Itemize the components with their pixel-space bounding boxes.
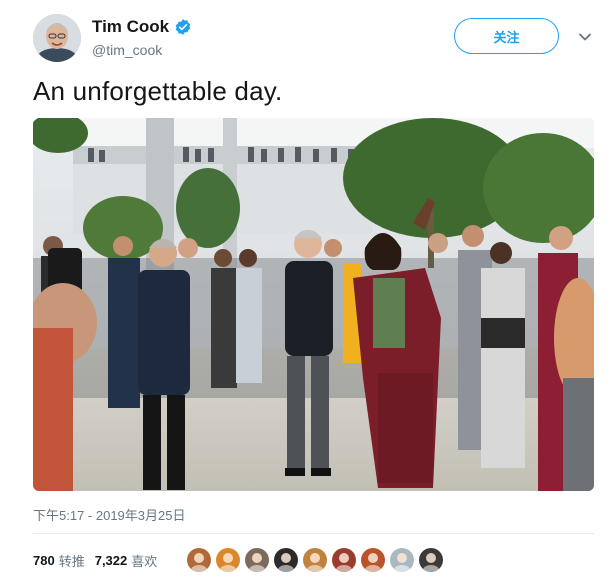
liker-avatar[interactable] (274, 548, 298, 572)
chevron-down-icon[interactable] (576, 28, 594, 46)
liker-avatar[interactable] (361, 548, 385, 572)
user-avatar-icon (390, 548, 414, 572)
likes-count: 7,322 (94, 552, 128, 568)
user-avatar-icon (303, 548, 327, 572)
retweets-count: 780 (33, 552, 55, 568)
user-avatar-icon (245, 548, 269, 572)
liker-avatar[interactable] (245, 548, 269, 572)
tweet-photo[interactable] (33, 118, 594, 491)
tweet-text: An unforgettable day. (33, 76, 283, 106)
user-avatar-icon (187, 548, 211, 572)
liker-avatar[interactable] (303, 548, 327, 572)
crowd-photo (33, 118, 594, 491)
user-avatar-icon (419, 548, 443, 572)
liker-avatar[interactable] (187, 548, 211, 572)
verified-badge-icon (175, 19, 191, 35)
author-display-name[interactable]: Tim Cook (92, 17, 169, 37)
user-avatar-icon (332, 548, 356, 572)
retweets-label: 转推 (58, 553, 85, 569)
user-avatar-icon (216, 548, 240, 572)
retweets-stat[interactable]: 780 转推 (33, 551, 85, 570)
user-avatar-photo (33, 14, 81, 62)
follow-button[interactable]: 关注 (454, 18, 559, 54)
liker-avatar[interactable] (419, 548, 443, 572)
user-avatar-icon (361, 548, 385, 572)
tweet-header: Tim Cook @tim_cook 关注 (0, 0, 614, 70)
tweet-timestamp[interactable]: 下午5:17 - 2019年3月25日 (33, 505, 185, 524)
user-avatar-icon (274, 548, 298, 572)
author-avatar[interactable] (33, 14, 81, 62)
author-handle[interactable]: @tim_cook (92, 42, 192, 58)
likers-list (187, 547, 448, 573)
tweet-stats: 780 转推 7,322 喜欢 (33, 547, 167, 573)
liker-avatar[interactable] (216, 548, 240, 572)
likes-stat[interactable]: 7,322 喜欢 (95, 551, 158, 570)
liker-avatar[interactable] (332, 548, 356, 572)
likes-label: 喜欢 (131, 553, 158, 569)
liker-avatar[interactable] (390, 548, 414, 572)
divider (33, 533, 594, 534)
author-info: Tim Cook @tim_cook (92, 16, 192, 58)
